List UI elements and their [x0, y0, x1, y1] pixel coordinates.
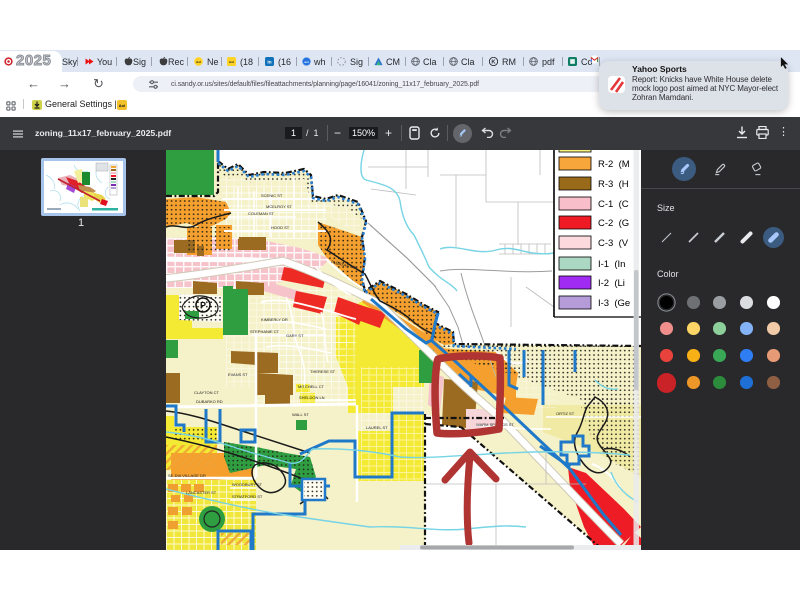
svg-text:LAUREL ST: LAUREL ST: [366, 425, 388, 430]
svg-text:I-1 (In: I-1 (In: [598, 259, 625, 270]
svg-text:C-3 (V: C-3 (V: [598, 238, 629, 249]
svg-text:SCENIC ST: SCENIC ST: [261, 193, 283, 198]
svg-text:HOOD ST: HOOD ST: [271, 225, 290, 230]
svg-text:EVANS ST: EVANS ST: [228, 372, 248, 377]
svg-text:I-3 (Ge: I-3 (Ge: [598, 298, 630, 309]
svg-text:STEPHANIE CT: STEPHANIE CT: [250, 329, 280, 334]
svg-text:R-2 (M: R-2 (M: [598, 159, 630, 170]
svg-text:aol: aol: [304, 60, 308, 64]
svg-text:P: P: [200, 301, 206, 311]
svg-text:STRATFORD ST: STRATFORD ST: [232, 494, 263, 499]
svg-text:THERESE ST: THERESE ST: [310, 369, 336, 374]
svg-text:GARY ST: GARY ST: [286, 333, 304, 338]
svg-text:DUBARKO RD: DUBARKO RD: [196, 399, 223, 404]
svg-text:R-3 (H: R-3 (H: [598, 179, 629, 190]
svg-text:WOODBURY ST: WOODBURY ST: [232, 482, 263, 487]
svg-text:COLEMAN ST: COLEMAN ST: [248, 211, 275, 216]
svg-text:LANCASTER ST: LANCASTER ST: [186, 490, 217, 495]
svg-text:I-2 (Li: I-2 (Li: [598, 278, 625, 289]
svg-text:C-1 (C: C-1 (C: [598, 199, 629, 210]
svg-text:WALL ST: WALL ST: [292, 412, 309, 417]
svg-text:Aol: Aol: [229, 60, 234, 64]
svg-text:CLAYTON CT: CLAYTON CT: [194, 390, 220, 395]
svg-text:Aol: Aol: [119, 103, 125, 108]
svg-text:in: in: [267, 60, 271, 66]
svg-text:SHELDON LN: SHELDON LN: [299, 395, 325, 400]
svg-text:MITCHELL CT: MITCHELL CT: [298, 384, 325, 389]
svg-text:C-2 (G: C-2 (G: [598, 218, 629, 229]
svg-text:ORTIZ ST: ORTIZ ST: [556, 411, 575, 416]
svg-text:MCELROY ST: MCELROY ST: [266, 204, 292, 209]
svg-text:SE-DIA VILLAGE DR: SE-DIA VILLAGE DR: [168, 473, 206, 478]
svg-text:KIMBERLY DR: KIMBERLY DR: [261, 317, 288, 322]
svg-text:Aol: Aol: [196, 60, 201, 64]
